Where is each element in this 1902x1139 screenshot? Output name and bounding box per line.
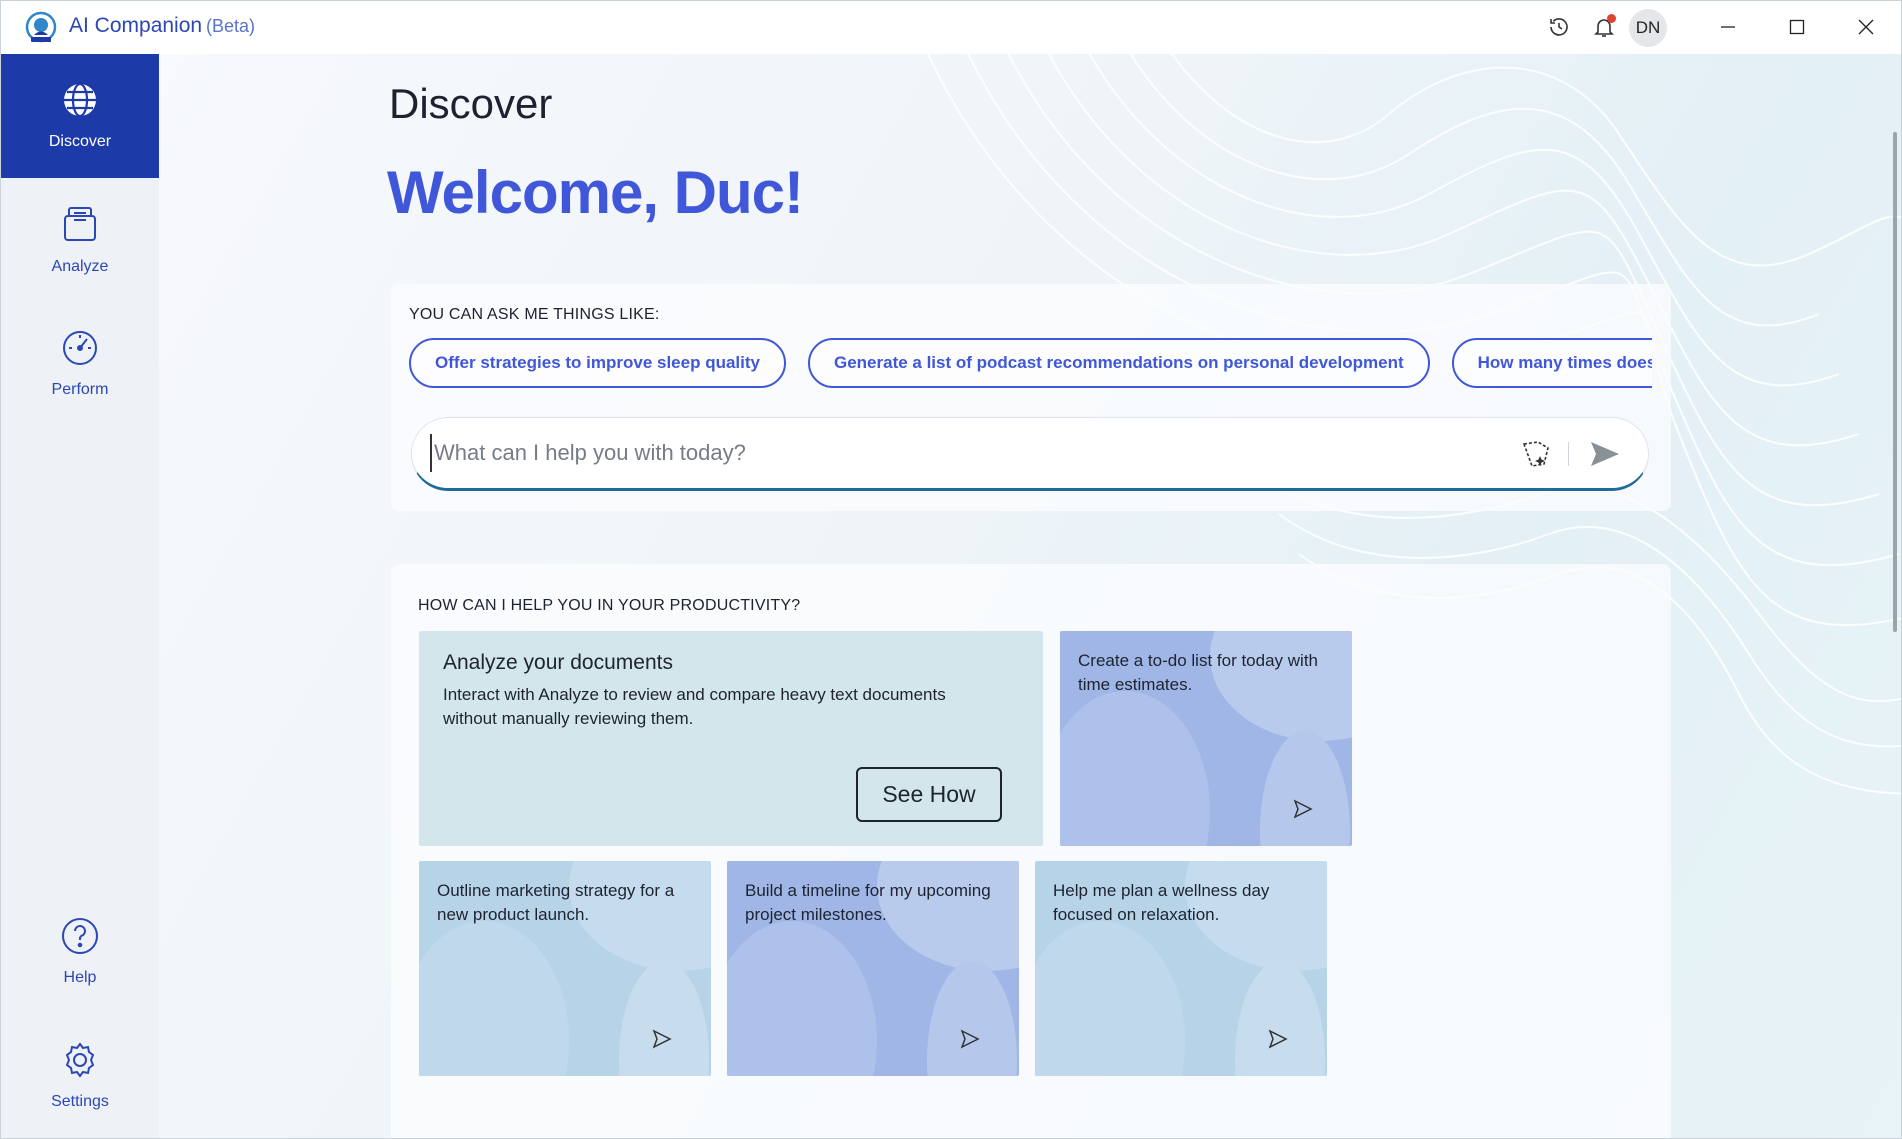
prompt-box — [411, 417, 1649, 491]
sidebar-item-perform[interactable]: Perform — [1, 302, 159, 426]
sidebar-item-discover[interactable]: Discover — [1, 54, 159, 178]
maximize-icon[interactable] — [1779, 11, 1815, 43]
sidebar-item-label: Discover — [48, 133, 112, 150]
sidebar-item-label: Help — [63, 969, 97, 986]
app-logo-icon — [25, 11, 57, 43]
feature-description: Interact with Analyze to review and comp… — [443, 685, 946, 728]
feature-title: Analyze your documents — [443, 651, 673, 674]
minimize-icon[interactable] — [1710, 11, 1746, 43]
productivity-heading: HOW CAN I HELP YOU IN YOUR PRODUCTIVITY? — [418, 597, 801, 614]
welcome-heading: Welcome, Duc! — [387, 159, 804, 226]
main-content: Discover Welcome, Duc! YOU CAN ASK ME TH… — [159, 54, 1901, 1138]
sidebar-item-label: Perform — [51, 381, 109, 398]
close-icon[interactable] — [1848, 11, 1884, 43]
send-icon[interactable] — [1586, 436, 1622, 472]
app-window: AI Companion (Beta) DN Discover Analyze … — [0, 0, 1902, 1139]
documents-icon — [64, 207, 96, 241]
suggestion-chip[interactable]: How many times does — [1451, 338, 1652, 388]
scrollbar[interactable] — [1893, 132, 1897, 632]
page-title: Discover — [389, 80, 553, 127]
send-icon — [960, 1029, 980, 1049]
prompt-tile[interactable]: Outline marketing strategy for a new pro… — [419, 861, 711, 1076]
tile-text: Create a to-do list for today with time … — [1078, 651, 1319, 694]
sidebar-item-analyze[interactable]: Analyze — [1, 178, 159, 302]
magic-select-icon[interactable] — [1520, 438, 1552, 470]
input-separator — [1568, 442, 1569, 466]
globe-icon — [64, 82, 96, 118]
tile-text: Outline marketing strategy for a new pro… — [437, 881, 675, 924]
avatar[interactable]: DN — [1629, 9, 1667, 47]
ask-heading: YOU CAN ASK ME THINGS LIKE: — [409, 306, 660, 323]
notification-dot — [1607, 14, 1616, 23]
sidebar: Discover Analyze Perform Help Settings — [1, 54, 159, 1138]
send-icon — [1268, 1029, 1288, 1049]
tile-text: Help me plan a wellness day focused on r… — [1053, 881, 1270, 924]
app-beta-tag: (Beta) — [206, 16, 256, 36]
ask-card: YOU CAN ASK ME THINGS LIKE: Offer strate… — [391, 284, 1671, 511]
gear-icon — [65, 1042, 95, 1078]
sidebar-item-label: Analyze — [51, 258, 109, 275]
see-how-button[interactable]: See How — [856, 767, 1002, 822]
prompt-tile[interactable]: Create a to-do list for today with time … — [1060, 631, 1352, 846]
title-bar: AI Companion (Beta) DN — [1, 1, 1901, 54]
app-title: AI Companion — [69, 14, 203, 37]
sidebar-item-help[interactable]: Help — [1, 890, 159, 1014]
prompt-tile[interactable]: Help me plan a wellness day focused on r… — [1035, 861, 1327, 1076]
tile-text: Build a timeline for my upcoming project… — [745, 881, 991, 924]
help-icon — [62, 918, 98, 954]
send-icon — [652, 1029, 672, 1049]
bell-icon[interactable] — [1590, 13, 1618, 41]
prompt-tile[interactable]: Build a timeline for my upcoming project… — [727, 861, 1019, 1076]
suggestion-chip[interactable]: Generate a list of podcast recommendatio… — [807, 338, 1430, 388]
send-icon — [1293, 799, 1313, 819]
gauge-icon — [63, 331, 97, 365]
sidebar-item-settings[interactable]: Settings — [1, 1014, 159, 1138]
sidebar-item-label: Settings — [51, 1093, 109, 1110]
analyze-documents-card: Analyze your documents Interact with Ana… — [419, 631, 1043, 846]
history-icon[interactable] — [1545, 13, 1573, 41]
suggestion-chips: Offer strategies to improve sleep qualit… — [409, 338, 1652, 390]
prompt-input[interactable] — [430, 434, 1490, 472]
suggestion-chip[interactable]: Offer strategies to improve sleep qualit… — [409, 338, 786, 388]
